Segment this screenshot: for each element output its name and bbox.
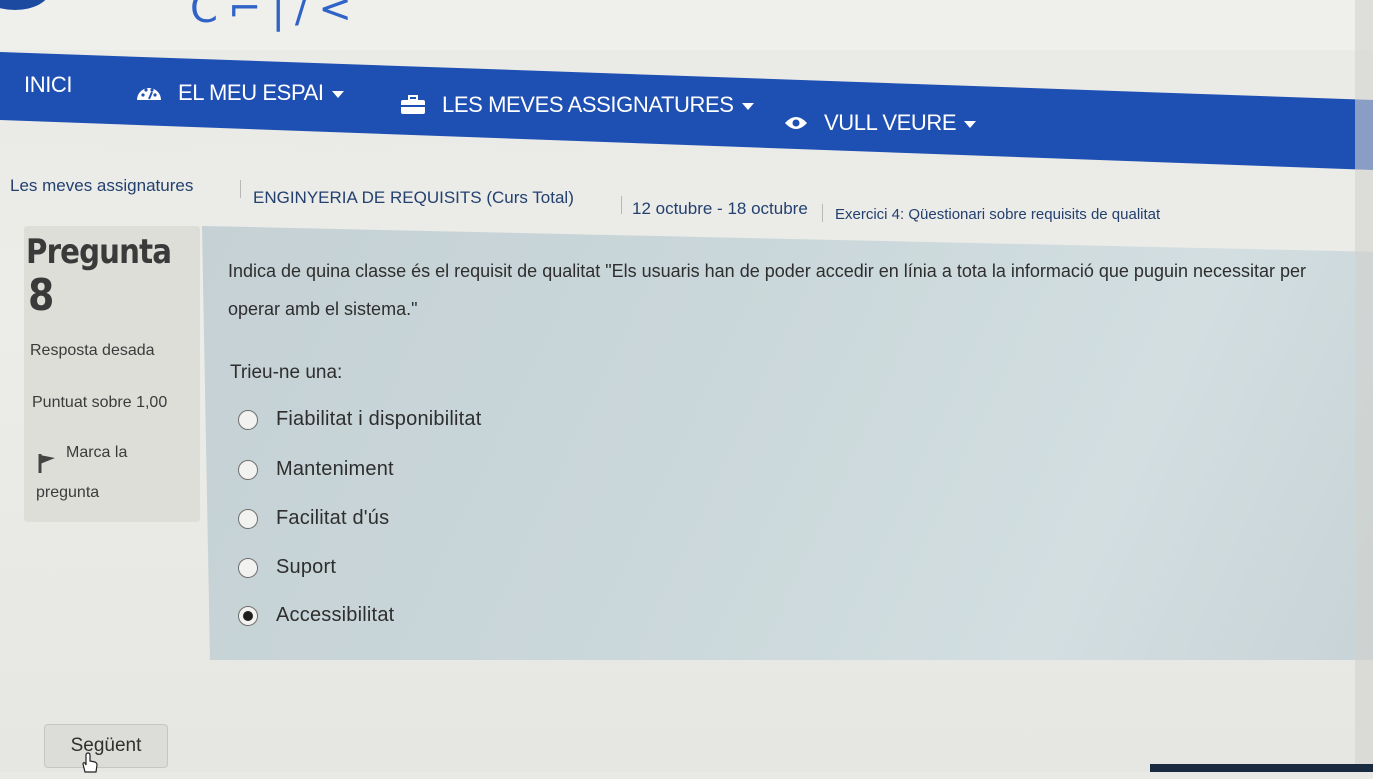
chevron-down-icon: [331, 91, 344, 98]
nav-home[interactable]: INICI: [24, 72, 73, 98]
breadcrumb-separator: [822, 204, 823, 222]
nav-my-space[interactable]: EL MEU ESPAI: [136, 80, 344, 106]
nav-home-label: INICI: [24, 72, 73, 97]
logo-strip: C⌐|/<: [0, 0, 1373, 50]
answer-prompt: Trieu-ne una:: [230, 362, 343, 383]
nav-my-subjects[interactable]: LES MEVES ASSIGNATURES: [400, 92, 754, 118]
breadcrumb-separator: [621, 196, 622, 214]
question-number: 8: [28, 270, 55, 321]
hand-cursor-icon: [78, 752, 100, 774]
nav-i-want-to-see-label: VULL VEURE: [824, 110, 957, 135]
flag-label-line2[interactable]: pregunta: [36, 484, 99, 502]
radio-button[interactable]: [238, 557, 258, 578]
flag-icon[interactable]: [36, 452, 58, 474]
breadcrumb: Les meves assignatures ENGINYERIA DE REQ…: [10, 174, 1370, 234]
screen-edge: [1355, 0, 1373, 772]
dashboard-gauge-icon: [136, 82, 162, 104]
logo-fragment: C⌐|/<: [190, 0, 362, 32]
radio-button[interactable]: [238, 508, 258, 529]
answer-option-label[interactable]: Facilitat d'ús: [276, 507, 389, 530]
breadcrumb-item-my-subjects[interactable]: Les meves assignatures: [10, 176, 193, 196]
chevron-down-icon: [741, 103, 754, 110]
taskbar-fragment: [1150, 764, 1373, 772]
eye-icon: [784, 115, 808, 131]
answer-option[interactable]: Manteniment: [238, 458, 394, 481]
answer-option[interactable]: Fiabilitat i disponibilitat: [238, 408, 482, 431]
logo-mark: [0, 0, 50, 10]
breadcrumb-item-week[interactable]: 12 octubre - 18 octubre: [632, 199, 808, 219]
next-button[interactable]: Següent: [44, 724, 168, 768]
question-text: Indica de quina classe és el requisit de…: [228, 261, 1307, 319]
chevron-down-icon: [964, 121, 977, 128]
radio-button[interactable]: [238, 409, 258, 430]
question-title: Pregunta: [26, 232, 172, 272]
nav-my-space-label: EL MEU ESPAI: [178, 80, 324, 105]
answer-option-label[interactable]: Fiabilitat i disponibilitat: [276, 408, 482, 431]
answer-option[interactable]: Suport: [238, 556, 336, 579]
answer-option-label[interactable]: Suport: [276, 556, 336, 579]
answer-option-label[interactable]: Accessibilitat: [276, 604, 394, 627]
breadcrumb-separator: [240, 180, 241, 198]
answer-option-label[interactable]: Manteniment: [276, 458, 394, 481]
radio-button[interactable]: [238, 459, 258, 480]
radio-button-selected[interactable]: [238, 605, 258, 626]
briefcase-icon: [400, 95, 426, 115]
nav-i-want-to-see[interactable]: VULL VEURE: [784, 110, 977, 136]
answer-option[interactable]: Accessibilitat: [238, 604, 394, 627]
nav-my-subjects-label: LES MEVES ASSIGNATURES: [442, 92, 734, 117]
answer-option[interactable]: Facilitat d'ús: [238, 507, 389, 530]
flag-label-line1[interactable]: Marca la: [66, 444, 127, 462]
question-grade: Puntuat sobre 1,00: [32, 394, 168, 411]
breadcrumb-item-quiz[interactable]: Exercici 4: Qüestionari sobre requisits …: [835, 206, 1160, 223]
breadcrumb-item-course[interactable]: ENGINYERIA DE REQUISITS (Curs Total): [253, 188, 574, 208]
question-state: Resposta desada: [30, 342, 155, 359]
